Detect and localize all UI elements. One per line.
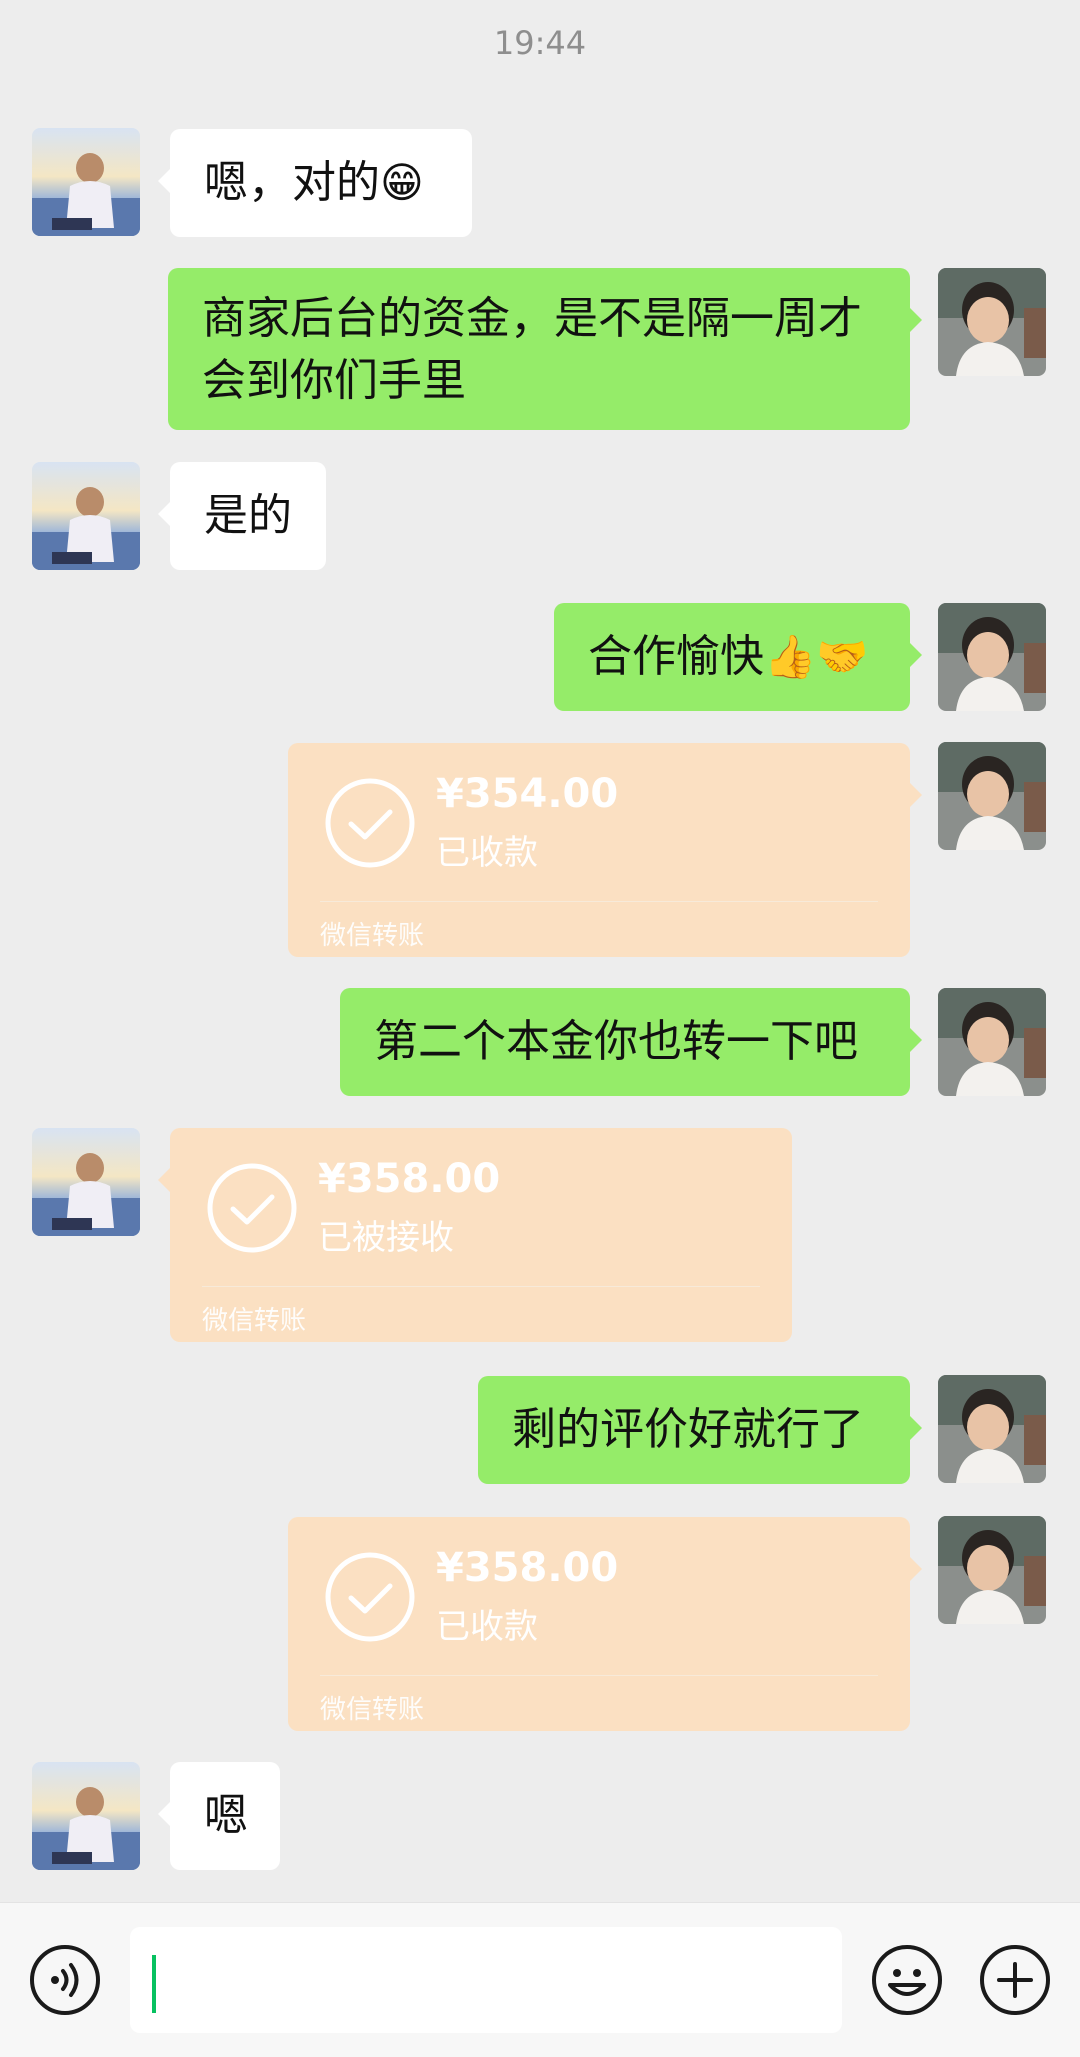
transfer-card[interactable]: ¥358.00 已被接收 微信转账 [158, 1128, 792, 1342]
contact-avatar-image [32, 1128, 140, 1236]
transfer-status: 已收款 [436, 1607, 538, 1647]
self-avatar[interactable] [938, 1375, 1046, 1483]
self-avatar-image [938, 988, 1046, 1096]
contact-avatar[interactable] [32, 1128, 140, 1236]
transfer-footer: 微信转账 [320, 1695, 425, 1725]
contact-avatar-image [32, 128, 140, 236]
message-text-line: 会到你们手里 [202, 355, 466, 406]
message-text: 嗯，对的 [204, 157, 380, 208]
grin-emoji-icon: 😁 [380, 158, 424, 207]
self-avatar[interactable] [938, 742, 1046, 850]
transfer-card[interactable]: ¥354.00 已收款 微信转账 [288, 743, 922, 957]
divider [320, 901, 878, 902]
message-text: 嗯 [204, 1790, 248, 1841]
transfer-footer: 微信转账 [320, 921, 425, 951]
chat-timestamp: 19:44 [493, 24, 587, 62]
voice-icon[interactable] [28, 1943, 102, 2017]
self-avatar-image [938, 603, 1046, 711]
emoji-icon[interactable] [870, 1943, 944, 2017]
message-bubble-outgoing[interactable]: 剩的评价好就行了 [478, 1376, 922, 1484]
check-circle-icon [207, 1163, 297, 1253]
self-avatar[interactable] [938, 1516, 1046, 1624]
self-avatar[interactable] [938, 603, 1046, 711]
divider [320, 1675, 878, 1676]
self-avatar[interactable] [938, 988, 1046, 1096]
transfer-footer: 微信转账 [202, 1306, 307, 1336]
transfer-status: 已收款 [436, 833, 538, 873]
contact-avatar[interactable] [32, 1762, 140, 1870]
transfer-status: 已被接收 [318, 1218, 454, 1258]
contact-avatar-image [32, 1762, 140, 1870]
message-text: 是的 [204, 490, 292, 541]
message-bubble-incoming[interactable]: 嗯 [158, 1762, 280, 1870]
message-text: 剩的评价好就行了 [512, 1404, 864, 1455]
message-bubble-outgoing[interactable]: 第二个本金你也转一下吧 [340, 988, 922, 1096]
message-bubble-incoming[interactable]: 嗯，对的😁 [158, 129, 472, 237]
message-text: 第二个本金你也转一下吧 [374, 1016, 858, 1067]
message-bubble-outgoing[interactable]: 合作愉快👍🤝 [554, 603, 922, 711]
chat-input-bar [0, 1902, 1080, 2057]
transfer-amount: ¥358.00 [436, 1545, 619, 1591]
thumbs-up-handshake-emoji-icon: 👍🤝 [764, 632, 869, 681]
message-text-line: 商家后台的资金，是不是隔一周才 [202, 293, 862, 344]
check-circle-icon [325, 1552, 415, 1642]
message-bubble-incoming[interactable]: 是的 [158, 462, 326, 570]
self-avatar-image [938, 1516, 1046, 1624]
transfer-amount: ¥354.00 [436, 771, 619, 817]
contact-avatar-image [32, 462, 140, 570]
contact-avatar[interactable] [32, 128, 140, 236]
transfer-card[interactable]: ¥358.00 已收款 微信转账 [288, 1517, 922, 1731]
transfer-amount: ¥358.00 [318, 1156, 501, 1202]
message-text: 合作愉快 [588, 631, 764, 682]
check-circle-icon [325, 778, 415, 868]
plus-icon[interactable] [978, 1943, 1052, 2017]
divider [202, 1286, 760, 1287]
contact-avatar[interactable] [32, 462, 140, 570]
self-avatar[interactable] [938, 268, 1046, 376]
self-avatar-image [938, 268, 1046, 376]
self-avatar-image [938, 1375, 1046, 1483]
message-input[interactable] [130, 1927, 842, 2033]
self-avatar-image [938, 742, 1046, 850]
text-caret [152, 1955, 156, 2013]
message-bubble-outgoing[interactable]: 商家后台的资金，是不是隔一周才 会到你们手里 [168, 268, 922, 430]
